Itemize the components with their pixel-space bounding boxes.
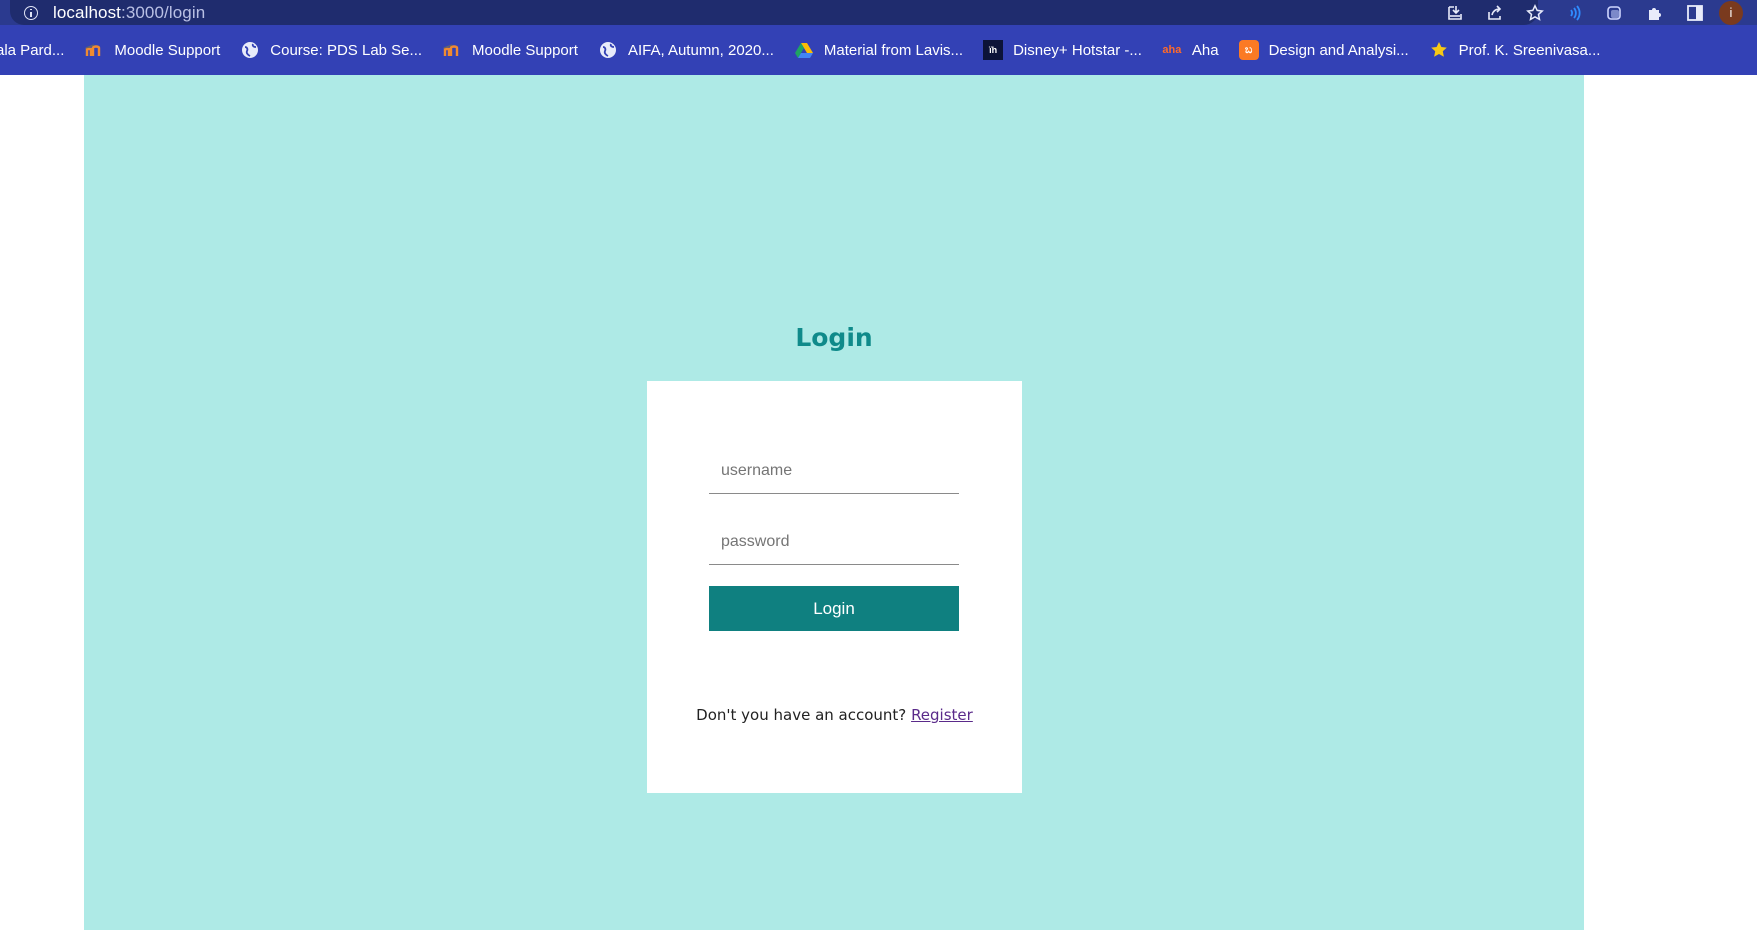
bookmark-label: AIFA, Autumn, 2020... <box>627 41 774 59</box>
bookmark-item[interactable]: aha Aha <box>1162 25 1219 75</box>
bookmark-item[interactable]: ala Pard... <box>0 25 64 75</box>
extensions-icon[interactable] <box>1635 0 1675 25</box>
url-host: localhost <box>53 2 121 22</box>
star-icon <box>1429 40 1449 60</box>
star-icon[interactable] <box>1515 0 1555 25</box>
xampp-icon: ಬ <box>1238 40 1259 60</box>
register-prompt: Don't you have an account? Register <box>647 706 1022 724</box>
bookmarks-bar: ala Pard... Moodle Support Course: PDS L… <box>0 25 1757 75</box>
globe-icon <box>598 40 618 60</box>
install-icon[interactable] <box>1435 0 1475 25</box>
bookmark-item[interactable]: AIFA, Autumn, 2020... <box>598 25 774 75</box>
bookmark-label: Design and Analysi... <box>1268 41 1409 59</box>
login-form: Login Don't you have an account? Registe… <box>647 381 1022 793</box>
bookmark-label: Moodle Support <box>114 41 221 59</box>
browser-toolbar: localhost:3000/login i <box>0 0 1757 25</box>
bookmark-label: Aha <box>1191 41 1219 59</box>
page-title: Login <box>795 323 873 352</box>
read-aloud-icon[interactable] <box>1555 0 1595 25</box>
bookmark-item[interactable]: ïh Disney+ Hotstar -... <box>983 25 1142 75</box>
globe-icon <box>240 40 260 60</box>
login-button[interactable]: Login <box>709 586 959 631</box>
aha-icon: aha <box>1162 44 1182 56</box>
bookmark-label: Prof. K. Sreenivasa... <box>1458 41 1601 59</box>
bookmark-item[interactable]: Moodle Support <box>442 25 578 75</box>
bookmark-item[interactable]: Prof. K. Sreenivasa... <box>1429 25 1601 75</box>
bookmark-item[interactable]: Material from Lavis... <box>794 25 963 75</box>
register-link[interactable]: Register <box>911 706 973 724</box>
bookmark-label: Course: PDS Lab Se... <box>270 41 423 59</box>
login-page: Login Login Don't you have an account? R… <box>84 75 1584 930</box>
share-icon[interactable] <box>1475 0 1515 25</box>
hotstar-icon: ïh <box>983 40 1004 60</box>
sidebar-icon[interactable] <box>1675 0 1715 25</box>
bookmark-label: Disney+ Hotstar -... <box>1013 41 1142 59</box>
profile-avatar[interactable]: i <box>1719 0 1743 25</box>
bookmark-item[interactable]: ಬ Design and Analysi... <box>1238 25 1409 75</box>
drive-icon <box>794 40 814 60</box>
address-bar[interactable]: localhost:3000/login <box>10 0 1538 25</box>
url-path: :3000/login <box>121 2 206 22</box>
bookmark-item[interactable]: Moodle Support <box>84 25 220 75</box>
toolbar-icons: i <box>1435 0 1749 25</box>
bookmark-label: Material from Lavis... <box>823 41 964 59</box>
site-info-icon[interactable] <box>24 5 38 20</box>
edge-icon[interactable] <box>1595 0 1635 25</box>
password-input[interactable] <box>709 519 959 565</box>
bookmark-item[interactable]: Course: PDS Lab Se... <box>240 25 422 75</box>
username-input[interactable] <box>709 448 959 494</box>
url-text[interactable]: localhost:3000/login <box>53 3 205 23</box>
bookmark-label: Moodle Support <box>472 41 578 59</box>
bookmark-label: ala Pard... <box>0 41 65 59</box>
moodle-icon <box>442 40 462 60</box>
register-prompt-text: Don't you have an account? <box>696 706 907 724</box>
moodle-icon <box>84 40 104 60</box>
